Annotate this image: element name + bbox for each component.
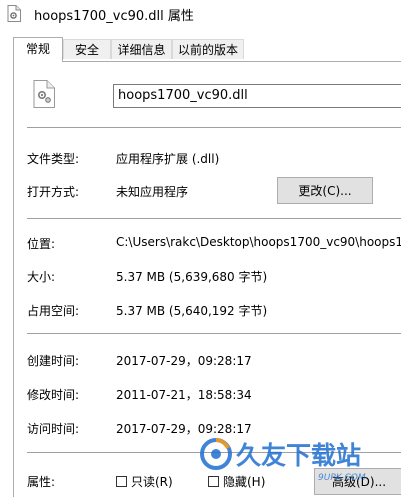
title-bar: hoops1700_vc90.dll 属性 <box>0 0 401 28</box>
size-label: 大小: <box>27 270 56 284</box>
separator <box>27 127 401 128</box>
file-type-value: 应用程序扩展 (.dll) <box>116 152 220 166</box>
tab-general[interactable]: 常规 <box>13 37 63 62</box>
created-value: 2017-07-29，09:28:17 <box>116 354 252 368</box>
tab-security[interactable]: 安全 <box>63 39 111 59</box>
dll-file-icon <box>7 5 21 22</box>
open-with-value: 未知应用程序 <box>116 185 189 199</box>
size-value: 5.37 MB (5,639,680 字节) <box>116 270 268 284</box>
created-label: 创建时间: <box>27 354 80 368</box>
window-title: hoops1700_vc90.dll 属性 <box>34 9 194 24</box>
filename-input[interactable]: hoops1700_vc90.dll <box>113 84 401 108</box>
location-label: 位置: <box>27 237 56 251</box>
change-button[interactable]: 更改(C)... <box>277 177 373 204</box>
separator <box>27 333 401 334</box>
readonly-checkbox[interactable] <box>116 476 127 487</box>
separator <box>27 452 401 453</box>
open-with-label: 打开方式: <box>27 185 80 199</box>
modified-label: 修改时间: <box>27 388 80 402</box>
disk-size-label: 占用空间: <box>27 304 80 318</box>
accessed-value: 2017-07-29，09:28:17 <box>116 422 252 436</box>
tab-previous-versions[interactable]: 以前的版本 <box>172 39 244 59</box>
modified-value: 2011-07-21，18:58:34 <box>116 388 252 402</box>
dll-file-icon <box>33 80 55 108</box>
properties-window: hoops1700_vc90.dll 属性 常规 安全 详细信息 以前的版本 h… <box>0 0 401 497</box>
disk-size-value: 5.37 MB (5,640,192 字节) <box>116 304 268 318</box>
advanced-button[interactable]: 高级(D)... <box>314 468 401 495</box>
tab-details[interactable]: 详细信息 <box>111 39 172 59</box>
file-type-label: 文件类型: <box>27 152 80 166</box>
attributes-label: 属性: <box>27 475 56 489</box>
separator <box>27 218 401 219</box>
hidden-checkbox[interactable] <box>208 476 219 487</box>
hidden-label[interactable]: 隐藏(H) <box>223 473 265 490</box>
readonly-label[interactable]: 只读(R) <box>131 473 173 490</box>
location-value[interactable]: C:\Users\rakc\Desktop\hoops1700_vc90\hoo… <box>116 235 401 249</box>
accessed-label: 访问时间: <box>27 422 80 436</box>
